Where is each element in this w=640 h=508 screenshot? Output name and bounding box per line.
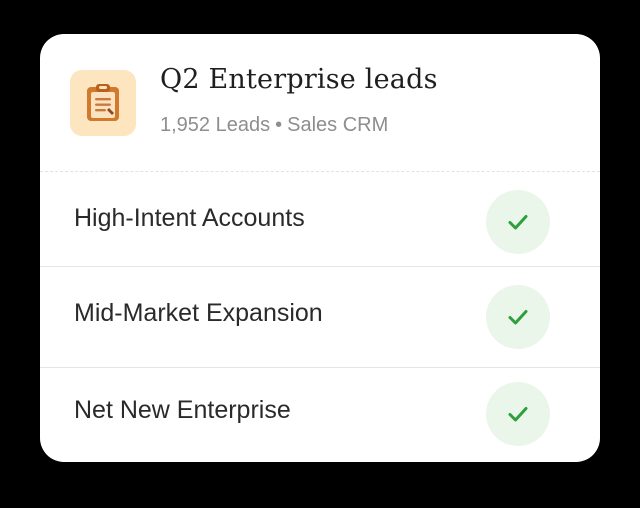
list-header: Q2 Enterprise leads 1,952 Leads • Sales CR…: [40, 34, 600, 172]
segment-label: High-Intent Accounts: [74, 204, 305, 232]
check-icon[interactable]: [486, 382, 550, 446]
list-item[interactable]: High-Intent Accounts: [40, 172, 600, 268]
segment-label: Net New Enterprise: [74, 396, 291, 424]
list-subtitle: 1,952 Leads • Sales CRM: [160, 114, 388, 137]
clipboard-icon: [70, 70, 136, 136]
list-item[interactable]: Net New Enterprise: [40, 367, 600, 462]
segment-label: Mid-Market Expansion: [74, 299, 323, 327]
lead-count: 1,952 Leads: [160, 114, 271, 136]
separator: •: [275, 114, 283, 136]
list-title: Q2 Enterprise leads: [160, 64, 438, 95]
list-item[interactable]: Mid-Market Expansion: [40, 266, 600, 363]
check-icon[interactable]: [486, 285, 550, 349]
check-icon[interactable]: [486, 190, 550, 254]
source-label: Sales CRM: [287, 114, 389, 136]
list-card: Q2 Enterprise leads 1,952 Leads • Sales CR…: [40, 34, 600, 462]
